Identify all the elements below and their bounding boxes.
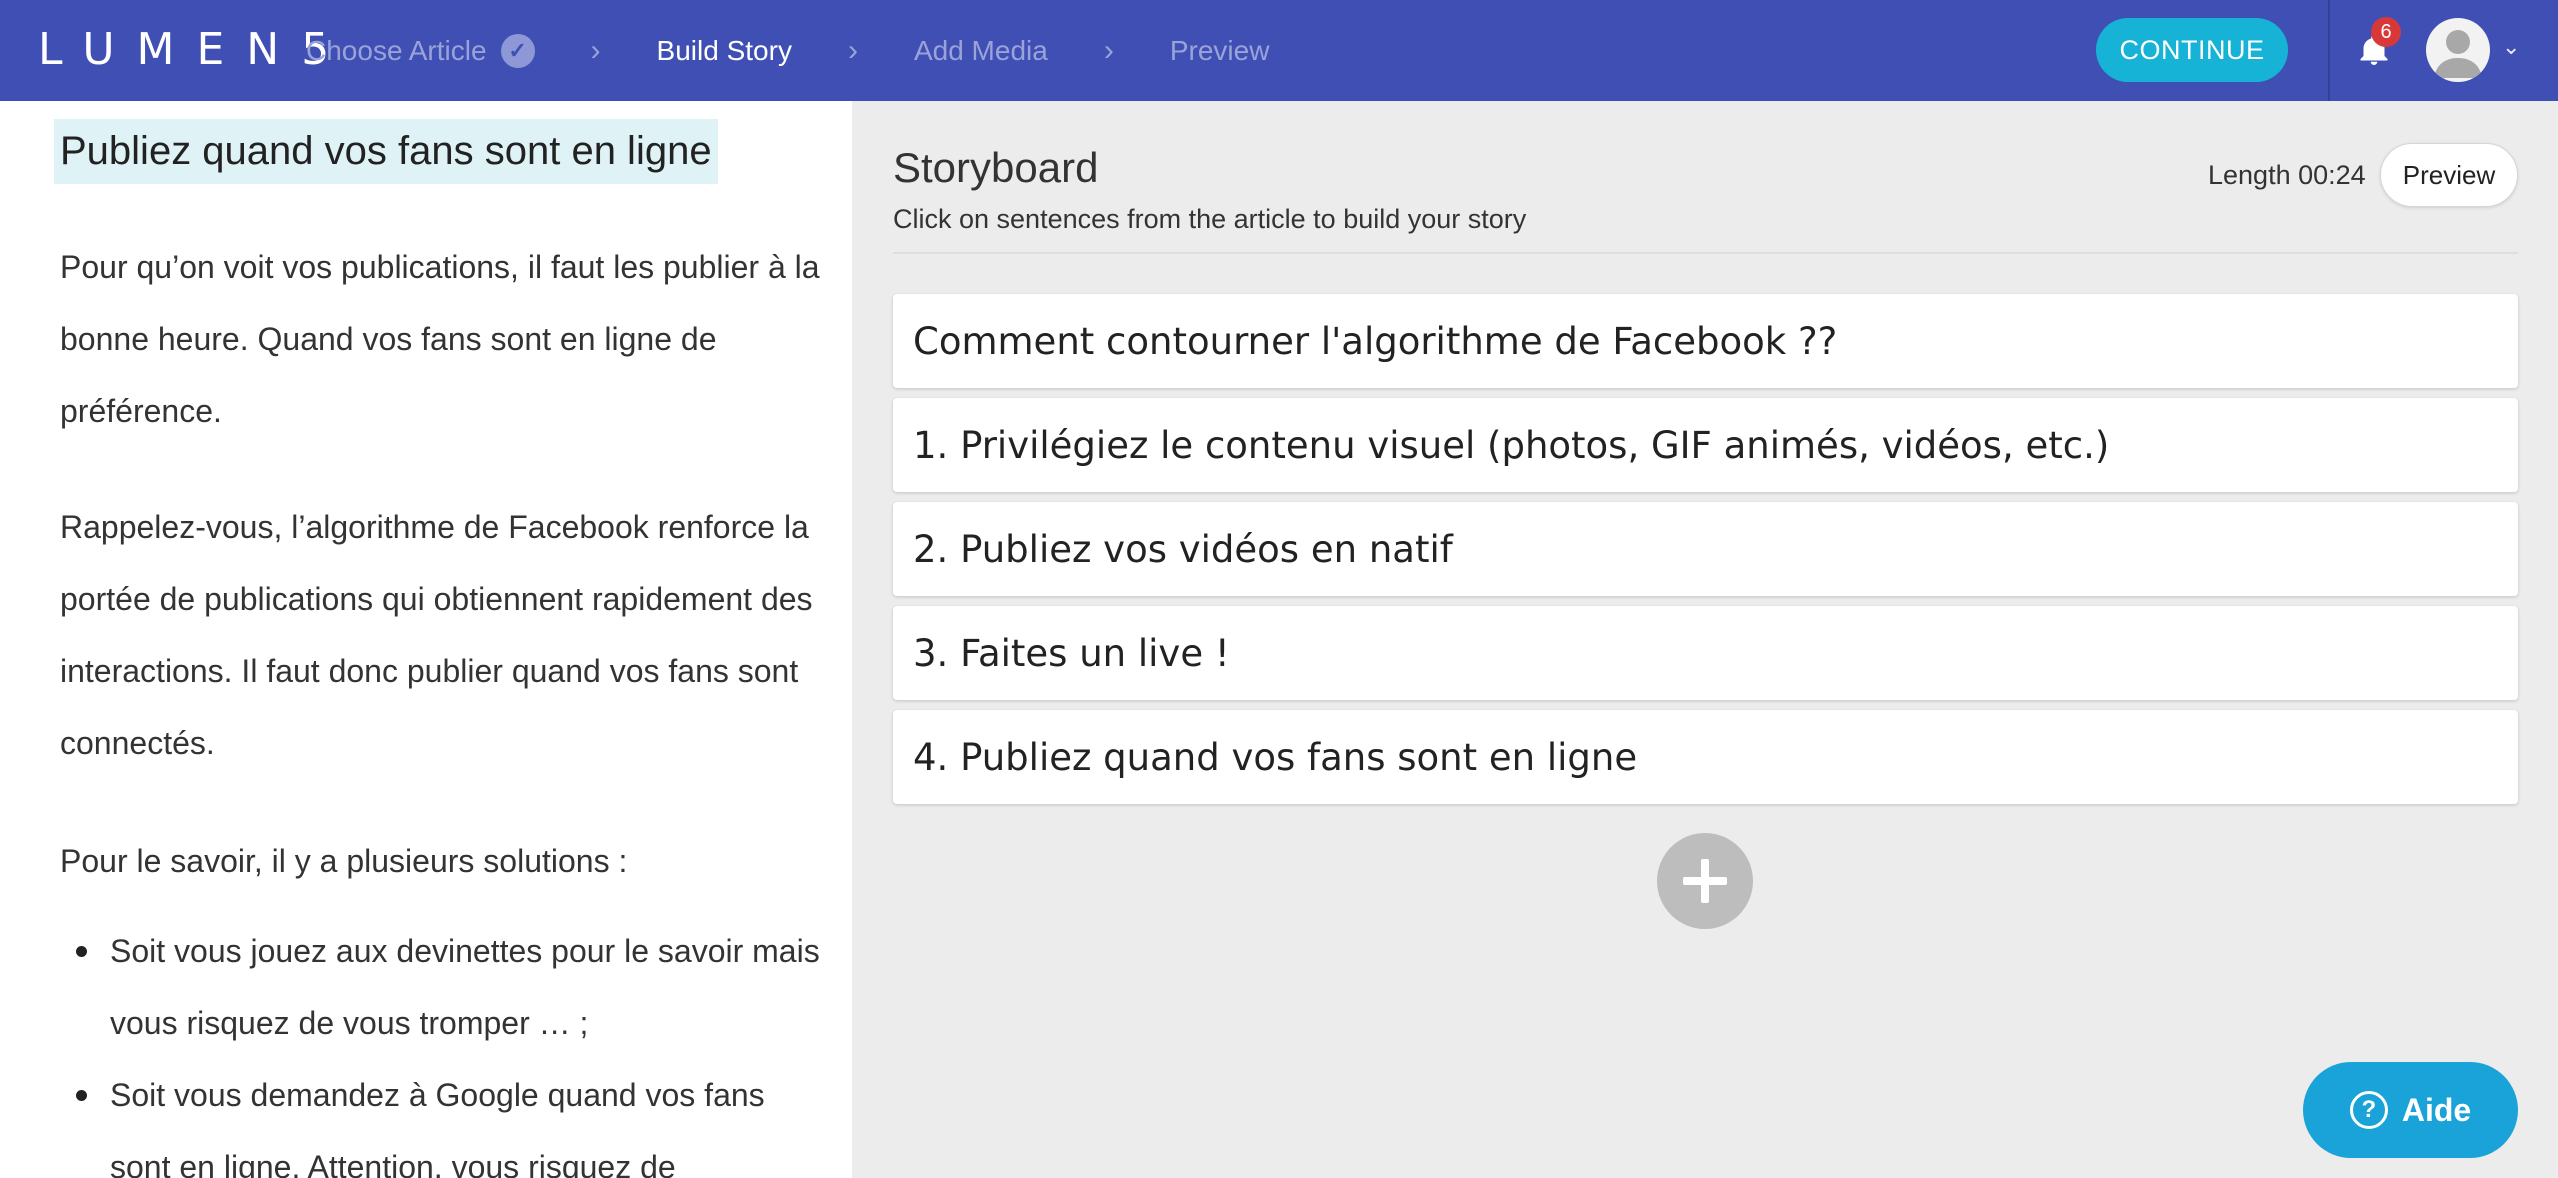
story-card[interactable]: 2. Publiez vos vidéos en natif	[893, 502, 2518, 596]
story-card[interactable]: 1. Privilégiez le contenu visuel (photos…	[893, 398, 2518, 492]
top-nav-bar: LUMEN5 Choose Article ✓ › Build Story › …	[0, 0, 2558, 101]
step-label: Add Media	[913, 34, 1048, 66]
lumen5-logo[interactable]: LUMEN5	[38, 22, 351, 78]
storyboard-card-list: Comment contourner l'algorithme de Faceb…	[893, 294, 2518, 814]
step-label: Choose Article	[306, 34, 487, 66]
help-button[interactable]: ? Aide	[2303, 1062, 2518, 1158]
list-item[interactable]: Soit vous jouez aux devinettes pour le s…	[60, 915, 820, 1059]
story-card[interactable]: 4. Publiez quand vos fans sont en ligne	[893, 710, 2518, 804]
question-icon: ?	[2349, 1091, 2388, 1129]
step-choose-article[interactable]: Choose Article ✓	[306, 33, 535, 68]
add-scene-button[interactable]	[1657, 833, 1753, 929]
article-heading[interactable]: Publiez quand vos fans sont en ligne	[54, 119, 718, 184]
avatar-silhouette-icon	[2434, 30, 2482, 78]
list-item[interactable]: Soit vous demandez à Google quand vos fa…	[60, 1059, 820, 1178]
storyboard-title: Storyboard	[893, 144, 1099, 191]
step-label: Build Story	[656, 34, 792, 66]
continue-button[interactable]: CONTINUE	[2096, 18, 2288, 82]
article-paragraph[interactable]: Pour qu’on voit vos publications, il fau…	[60, 231, 820, 447]
step-add-media[interactable]: Add Media	[914, 35, 1048, 67]
chevron-right-icon: ›	[847, 33, 858, 67]
help-label: Aide	[2401, 1091, 2472, 1128]
story-card[interactable]: 3. Faites un live !	[893, 606, 2518, 700]
article-bullet-list: Soit vous jouez aux devinettes pour le s…	[60, 915, 820, 1178]
preview-button[interactable]: Preview	[2380, 143, 2518, 207]
chevron-right-icon: ›	[590, 33, 601, 67]
article-paragraph[interactable]: Rappelez-vous, l’algorithme de Facebook …	[60, 491, 820, 779]
check-icon: ✓	[500, 33, 535, 68]
chevron-down-icon[interactable]: ⌄	[2502, 34, 2520, 60]
chevron-right-icon: ›	[1103, 33, 1114, 67]
notification-badge: 6	[2371, 17, 2401, 47]
article-paragraph[interactable]: Pour le savoir, il y a plusieurs solutio…	[60, 825, 820, 897]
wizard-steps: Choose Article ✓ › Build Story › Add Med…	[306, 0, 1269, 101]
storyboard-subtitle: Click on sentences from the article to b…	[893, 204, 1527, 234]
story-card[interactable]: Comment contourner l'algorithme de Faceb…	[893, 294, 2518, 388]
article-panel: Publiez quand vos fans sont en ligne Pou…	[0, 101, 852, 1178]
user-avatar[interactable]	[2426, 18, 2490, 82]
nav-divider	[2328, 0, 2330, 101]
step-preview[interactable]: Preview	[1170, 35, 1270, 67]
storyboard-divider	[893, 252, 2518, 254]
plus-icon	[1683, 859, 1727, 903]
step-label: Preview	[1169, 34, 1270, 66]
step-build-story[interactable]: Build Story	[657, 35, 792, 67]
story-length: Length 00:24	[2208, 160, 2366, 190]
